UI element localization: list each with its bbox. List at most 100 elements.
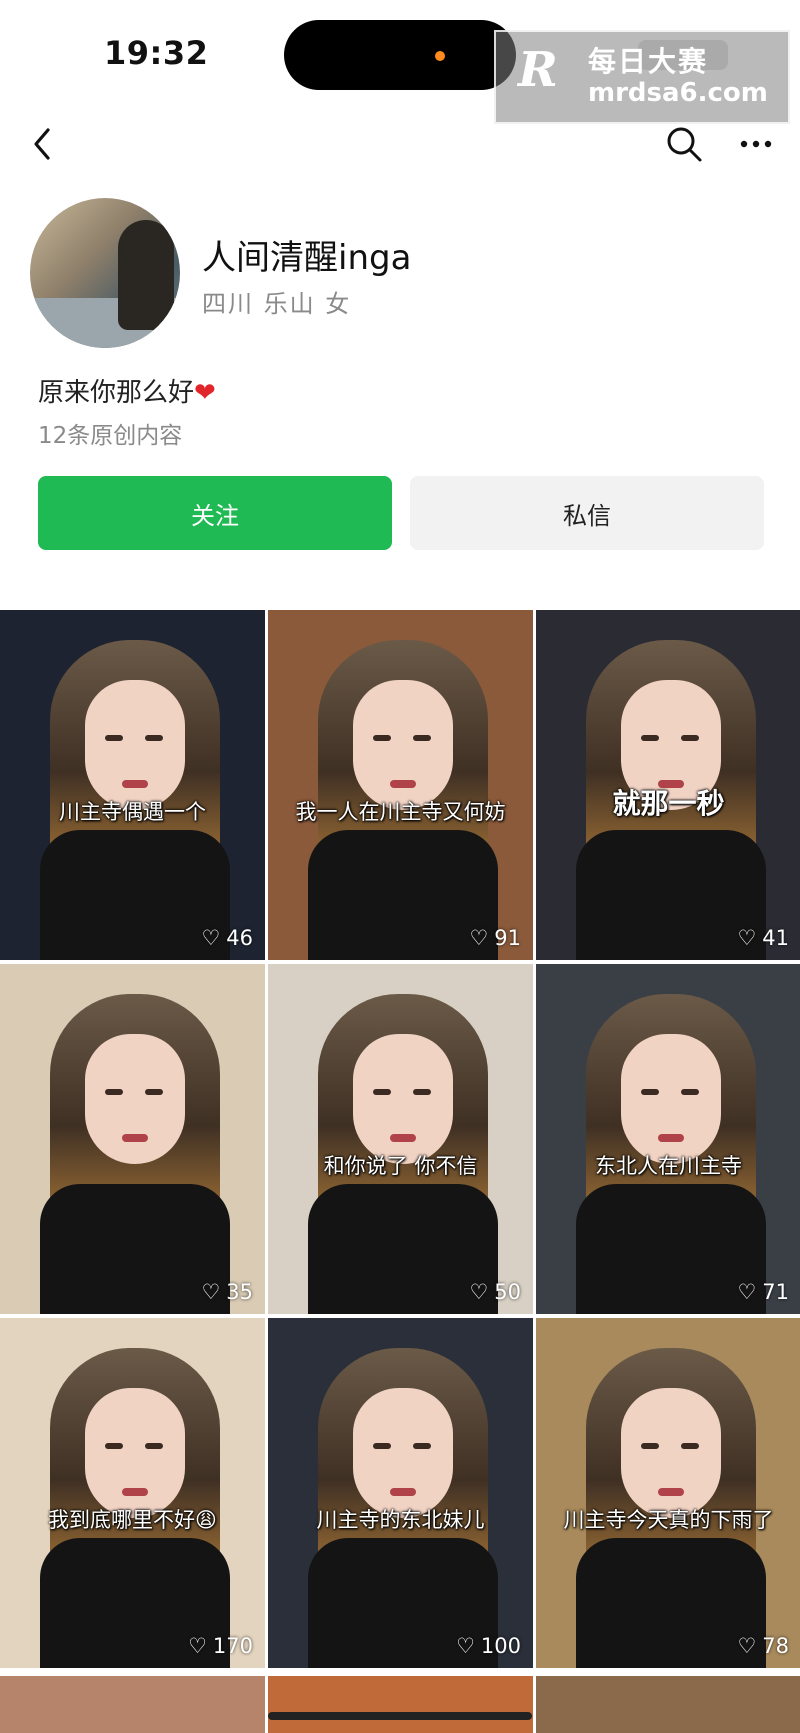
- home-indicator[interactable]: [268, 1712, 532, 1720]
- video-caption: 川主寺今天真的下雨了: [563, 1508, 774, 1532]
- like-count: ♡ 100: [456, 1634, 521, 1658]
- thumbnail-eye: [105, 1443, 123, 1449]
- like-number: 91: [494, 926, 521, 950]
- video-tile[interactable]: 就那一秒 ♡ 41: [536, 610, 800, 960]
- video-caption: 我到底哪里不好😩: [48, 1508, 217, 1532]
- thumbnail-eye: [105, 1089, 123, 1095]
- thumbnail-eye: [373, 735, 391, 741]
- thumbnail-lips: [390, 1488, 416, 1496]
- nav-bar: [0, 110, 800, 180]
- profile-name: 人间清醒inga: [202, 238, 412, 278]
- like-number: 100: [480, 1634, 521, 1658]
- video-thumbnail-face: [85, 680, 185, 810]
- heart-icon: ♡: [737, 1280, 757, 1304]
- thumbnail-eye: [641, 1443, 659, 1449]
- like-number: 41: [762, 926, 789, 950]
- profile-location: 四川 乐山 女: [202, 290, 352, 318]
- watermark-url: mrdsa6.com: [588, 78, 768, 108]
- thumbnail-eye: [145, 735, 163, 741]
- thumbnail-eye: [373, 1443, 391, 1449]
- thumbnail-lips: [390, 1134, 416, 1142]
- thumbnail-lips: [122, 1134, 148, 1142]
- video-tile[interactable]: 川主寺今天真的下雨了 ♡ 78: [536, 1318, 800, 1668]
- red-heart-icon: ❤: [194, 378, 216, 408]
- video-caption: 川主寺偶遇一个: [59, 800, 206, 824]
- video-tile[interactable]: 东北人在川主寺 ♡ 71: [536, 964, 800, 1314]
- like-count: ♡ 35: [201, 1280, 253, 1304]
- heart-icon: ♡: [469, 926, 489, 950]
- video-tile[interactable]: 我一人在川主寺又何妨 ♡ 91: [268, 610, 533, 960]
- like-count: ♡ 170: [188, 1634, 253, 1658]
- recording-dot: [435, 51, 445, 61]
- content-count: 12条原创内容: [38, 423, 183, 449]
- video-caption: 我一人在川主寺又何妨: [295, 800, 506, 824]
- like-count: ♡ 91: [469, 926, 521, 950]
- heart-icon: ♡: [737, 926, 757, 950]
- watermark-title: 每日大赛: [588, 45, 709, 78]
- video-thumbnail-face: [353, 680, 453, 810]
- thumbnail-eye: [641, 735, 659, 741]
- dynamic-island: [284, 20, 516, 90]
- heart-icon: ♡: [469, 1280, 489, 1304]
- profile-bio: 原来你那么好❤: [38, 372, 216, 409]
- video-thumbnail-face: [621, 1388, 721, 1518]
- heart-icon: ♡: [456, 1634, 475, 1658]
- like-number: 170: [212, 1634, 253, 1658]
- thumbnail-eye: [105, 735, 123, 741]
- more-icon[interactable]: [734, 122, 778, 166]
- thumbnail-lips: [390, 780, 416, 788]
- thumbnail-eye: [145, 1089, 163, 1095]
- partial-row: [0, 1676, 800, 1733]
- video-tile[interactable]: 和你说了 你不信 ♡ 50: [268, 964, 533, 1314]
- bio-text: 原来你那么好: [38, 378, 195, 408]
- like-number: 50: [494, 1280, 521, 1304]
- thumbnail-lips: [658, 1488, 684, 1496]
- status-bar: 19:32 R 每日大赛 mrdsa6.com: [0, 0, 800, 124]
- like-count: ♡ 41: [737, 926, 789, 950]
- heart-icon: ♡: [201, 1280, 221, 1304]
- thumbnail-eye: [373, 1089, 391, 1095]
- video-tile[interactable]: 川主寺偶遇一个 ♡ 46: [0, 610, 265, 960]
- like-count: ♡ 71: [737, 1280, 789, 1304]
- avatar[interactable]: [30, 198, 180, 348]
- search-icon[interactable]: [662, 122, 706, 166]
- video-tile[interactable]: 川主寺的东北妹儿 ♡ 100: [268, 1318, 533, 1668]
- like-count: ♡ 78: [737, 1634, 789, 1658]
- video-caption: 和你说了 你不信: [323, 1154, 478, 1178]
- thumbnail-eye: [413, 735, 431, 741]
- thumbnail-lips: [122, 780, 148, 788]
- video-thumbnail-face: [621, 1034, 721, 1164]
- video-caption: 就那一秒: [612, 787, 725, 820]
- back-icon[interactable]: [26, 122, 66, 166]
- video-thumbnail-face: [85, 1034, 185, 1164]
- like-number: 35: [226, 1280, 253, 1304]
- heart-icon: ♡: [737, 1634, 757, 1658]
- video-tile[interactable]: 我到底哪里不好😩 ♡ 170: [0, 1318, 265, 1668]
- video-caption: 东北人在川主寺: [595, 1154, 742, 1178]
- thumbnail-eye: [641, 1089, 659, 1095]
- video-thumbnail-face: [353, 1388, 453, 1518]
- thumbnail-eye: [681, 735, 699, 741]
- thumbnail-lips: [658, 1134, 684, 1142]
- like-count: ♡ 50: [469, 1280, 521, 1304]
- thumbnail-eye: [413, 1443, 431, 1449]
- message-button[interactable]: 私信: [410, 476, 764, 550]
- like-number: 78: [762, 1634, 789, 1658]
- watermark-logo: R: [518, 42, 558, 98]
- heart-icon: ♡: [188, 1634, 207, 1658]
- video-tile[interactable]: ♡ 35: [0, 964, 265, 1314]
- thumbnail-eye: [413, 1089, 431, 1095]
- thumbnail-eye: [681, 1089, 699, 1095]
- thumbnail-eye: [681, 1443, 699, 1449]
- status-time: 19:32: [104, 34, 209, 72]
- like-count: ♡ 46: [201, 926, 253, 950]
- like-number: 46: [226, 926, 253, 950]
- like-number: 71: [762, 1280, 789, 1304]
- avatar-figure: [118, 220, 174, 330]
- video-thumbnail-face: [353, 1034, 453, 1164]
- video-caption: 川主寺的东北妹儿: [316, 1508, 485, 1532]
- thumbnail-lips: [122, 1488, 148, 1496]
- thumbnail-eye: [145, 1443, 163, 1449]
- video-thumbnail-face: [85, 1388, 185, 1518]
- follow-button[interactable]: 关注: [38, 476, 392, 550]
